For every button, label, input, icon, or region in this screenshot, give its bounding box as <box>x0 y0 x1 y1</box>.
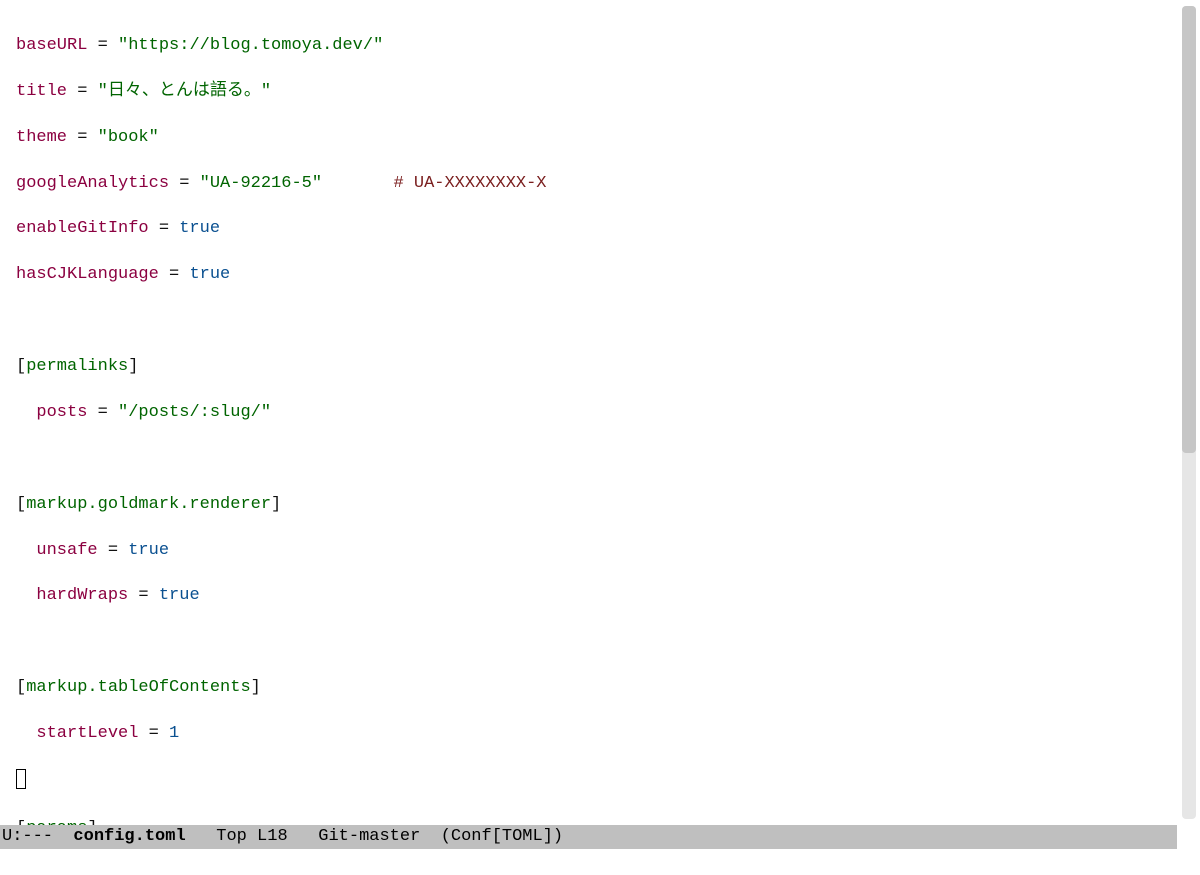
modeline-status: U:--- <box>2 827 73 846</box>
toml-key: startLevel <box>36 724 138 743</box>
editor-main: baseURL = "https://blog.tomoya.dev/" tit… <box>0 0 1177 875</box>
toml-key: enableGitInfo <box>16 219 149 238</box>
toml-section: markup.goldmark.renderer <box>26 495 271 514</box>
text-cursor <box>16 769 26 789</box>
toml-key: theme <box>16 128 67 147</box>
toml-bool: true <box>128 541 169 560</box>
toml-key: baseURL <box>16 36 87 55</box>
toml-key: googleAnalytics <box>16 174 169 193</box>
scrollbar[interactable] <box>1177 0 1200 875</box>
minibuffer[interactable] <box>0 849 1177 875</box>
mode-line: U:--- config.toml Top L18 Git-master (Co… <box>0 825 1177 849</box>
scrollbar-track[interactable] <box>1182 6 1196 819</box>
toml-string: "https://blog.tomoya.dev/" <box>118 36 383 55</box>
modeline-position: Top L18 <box>186 827 319 846</box>
toml-key: hasCJKLanguage <box>16 265 159 284</box>
toml-section: markup.tableOfContents <box>26 678 250 697</box>
toml-bool: true <box>159 586 200 605</box>
toml-string: "日々、とんは語る。" <box>98 82 271 101</box>
editor-window: baseURL = "https://blog.tomoya.dev/" tit… <box>0 0 1200 875</box>
modeline-filename: config.toml <box>73 827 185 846</box>
toml-bool: true <box>189 265 230 284</box>
modeline-mode: (Conf[TOML]) <box>441 827 563 846</box>
toml-key: unsafe <box>36 541 97 560</box>
toml-number: 1 <box>169 724 179 743</box>
toml-bool: true <box>179 219 220 238</box>
toml-key: hardWraps <box>36 586 128 605</box>
toml-section: permalinks <box>26 357 128 376</box>
toml-string: "UA-92216-5" <box>200 174 322 193</box>
toml-string: "/posts/:slug/" <box>118 403 271 422</box>
toml-comment: # UA-XXXXXXXX-X <box>322 174 546 193</box>
modeline-vc: Git-master <box>318 827 440 846</box>
code-buffer[interactable]: baseURL = "https://blog.tomoya.dev/" tit… <box>0 0 1177 825</box>
scrollbar-thumb[interactable] <box>1182 6 1196 453</box>
toml-string: "book" <box>98 128 159 147</box>
toml-key: posts <box>36 403 87 422</box>
toml-key: title <box>16 82 67 101</box>
